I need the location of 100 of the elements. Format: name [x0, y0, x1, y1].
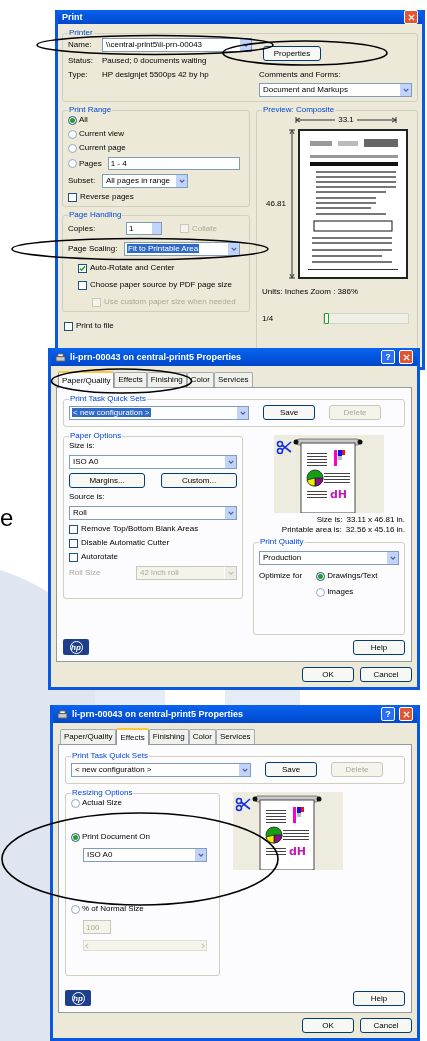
radio-label: Drawings/Text	[327, 571, 378, 581]
group-label: Page Handling	[68, 210, 123, 220]
radio-button[interactable]	[71, 798, 80, 808]
field-label: Printable area is:	[281, 525, 342, 535]
field-label: Page Scaling:	[68, 244, 119, 254]
radio-button[interactable]	[68, 159, 77, 168]
checkbox[interactable]	[78, 263, 87, 273]
save-button[interactable]: Save	[265, 762, 317, 777]
field-label: Subset:	[68, 176, 97, 186]
ok-button[interactable]: OK	[302, 667, 354, 682]
field-label: HP designjet 5500ps 42 by hp	[102, 70, 209, 80]
checkbox[interactable]	[68, 192, 77, 202]
properties-button[interactable]: Properties	[263, 46, 321, 61]
radio-button[interactable]	[68, 129, 77, 139]
group-label: Preview: Composite	[262, 105, 336, 115]
ok-button[interactable]: OK	[302, 1018, 354, 1033]
group-label: Print Task Quick Sets	[69, 394, 147, 404]
tab[interactable]: Effects	[114, 372, 147, 387]
checkbox-label: Auto-Rotate and Center	[90, 263, 175, 273]
dropdown[interactable]: ISO A0	[69, 455, 237, 469]
hp-logo: hp	[65, 990, 91, 1006]
checkbox[interactable]	[69, 552, 78, 562]
chevron-down-icon	[178, 178, 185, 184]
radio-button[interactable]	[316, 587, 326, 597]
dimension-label: 46.81	[266, 199, 286, 209]
group-label: Print Quality	[259, 537, 305, 547]
tab[interactable]: Paper/Quality	[58, 371, 115, 388]
field-label: Name:	[68, 40, 93, 50]
checkbox-label: Remove Top/Bottom Blank Areas	[81, 524, 199, 534]
dropdown[interactable]: ISO A0	[83, 848, 207, 862]
close-button[interactable]	[399, 707, 413, 721]
slider-track[interactable]	[323, 313, 410, 324]
slider-thumb[interactable]	[324, 313, 330, 324]
dropdown[interactable]: < new configuration >	[69, 405, 249, 420]
printer-preview-drawing: dH	[231, 792, 344, 870]
chevron-down-icon	[230, 246, 237, 252]
dimension-arrow	[356, 116, 397, 124]
checkbox[interactable]	[69, 524, 78, 534]
window-title: li-prn-00043 on central-print5 Properties	[72, 708, 245, 720]
dropdown[interactable]: Roll	[69, 506, 237, 520]
pages-field[interactable]: 1 - 4	[107, 157, 240, 170]
printer-preview-drawing: dH	[273, 435, 385, 513]
group-label: Printer	[68, 28, 94, 38]
save-button[interactable]: Save	[263, 405, 315, 420]
dropdown[interactable]: < new configuration >	[71, 762, 251, 777]
margins-button[interactable]: Margins...	[69, 473, 145, 488]
field-label: Comments and Forms:	[259, 70, 342, 80]
radio-button[interactable]	[68, 143, 77, 153]
tab[interactable]: Services	[215, 729, 255, 744]
dropdown[interactable]: All pages in range	[102, 174, 188, 188]
field-label: Paused; 0 documents waiting	[102, 56, 207, 66]
help-button[interactable]: Help	[353, 990, 405, 1006]
close-icon	[407, 13, 415, 21]
help-button[interactable]: ?	[381, 707, 395, 721]
chevron-down-icon	[389, 555, 396, 561]
tab[interactable]: Paper/Quality	[60, 729, 117, 744]
radio-button[interactable]	[68, 115, 77, 125]
checkbox-label: Print to file	[76, 321, 114, 331]
field-label: Copies:	[68, 223, 97, 234]
radio-label: Current page	[79, 143, 126, 153]
field-label: Optimize for	[259, 571, 303, 582]
checkbox[interactable]	[78, 280, 87, 290]
custom-button[interactable]: Custom...	[161, 473, 237, 488]
field-label: 33.11 x 46.81 in.	[346, 515, 405, 525]
tab[interactable]: Finishing	[148, 729, 189, 744]
tab[interactable]: Color	[188, 729, 216, 744]
checkbox[interactable]	[69, 538, 78, 548]
radio-button[interactable]	[316, 571, 326, 581]
window-title: li-prn-00043 on central-print5 Properties	[70, 351, 243, 363]
radio-label: Images	[327, 587, 354, 597]
close-icon	[402, 353, 410, 361]
dropdown[interactable]: Document and Markups	[259, 83, 412, 97]
dimension-label: 33.1	[338, 115, 354, 125]
tab[interactable]: Services	[213, 372, 253, 387]
dropdown[interactable]: \\central-print5\li-prn-00043	[102, 38, 252, 52]
tab[interactable]: Effects	[116, 728, 149, 745]
dropdown[interactable]: Production	[259, 551, 399, 565]
checkbox-label: Disable Automatic Cutter	[81, 538, 170, 548]
radio-label: % of Normal Size	[82, 904, 144, 914]
checkbox[interactable]	[64, 321, 73, 331]
radio-label: Pages	[79, 158, 102, 169]
field-label: Size is:	[316, 515, 343, 525]
help-button[interactable]: Help	[353, 639, 405, 655]
field-label: Status:	[68, 56, 94, 66]
field-label: 32.56 x 45.16 in.	[345, 525, 405, 535]
close-button[interactable]	[404, 10, 418, 24]
group-label: Print Task Quick Sets	[71, 751, 149, 761]
chevron-down-icon	[227, 510, 234, 516]
radio-button[interactable]	[71, 832, 80, 842]
close-button[interactable]	[399, 350, 413, 364]
cancel-button[interactable]: Cancel	[360, 1018, 412, 1033]
cancel-button[interactable]: Cancel	[360, 667, 412, 682]
group-label: Paper Options	[69, 431, 123, 441]
radio-button[interactable]	[71, 904, 80, 914]
copies-field[interactable]: 1	[126, 222, 162, 235]
help-button[interactable]: ?	[381, 350, 395, 364]
dimension-arrow	[295, 116, 336, 124]
chevron-down-icon	[241, 766, 248, 773]
dropdown[interactable]: Fit to Printable Area	[124, 242, 240, 256]
tab[interactable]: Color	[186, 372, 214, 387]
